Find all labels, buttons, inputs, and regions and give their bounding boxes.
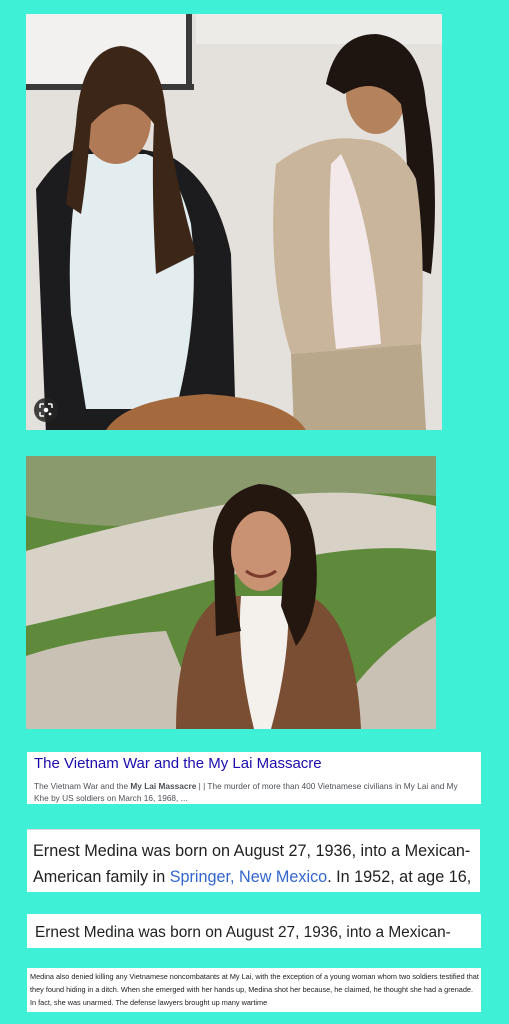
portrait-photo[interactable]: [26, 456, 436, 729]
wiki-line2-before: American family in: [33, 868, 170, 886]
wiki-excerpt-line-2: American family in Springer, New Mexico.…: [33, 868, 471, 887]
lens-glyph-icon: [39, 403, 53, 417]
classroom-photo-illustration: [26, 14, 442, 430]
wiki-excerpt-card: Ernest Medina was born on August 27, 193…: [27, 829, 480, 892]
search-result-title-link[interactable]: The Vietnam War and the My Lai Massacre: [34, 755, 322, 772]
wiki-line2-after: . In 1952, at age 16,: [327, 868, 472, 886]
classroom-photo[interactable]: [26, 14, 442, 430]
article-paragraph-card: Medina also denied killing any Vietnames…: [27, 968, 481, 1012]
snippet-highlight: My Lai Massacre: [130, 781, 197, 791]
wiki-excerpt-line-1: Ernest Medina was born on August 27, 193…: [33, 842, 471, 860]
springer-new-mexico-link[interactable]: Springer, New Mexico: [170, 868, 327, 886]
search-result-card: The Vietnam War and the My Lai Massacre …: [27, 752, 481, 804]
article-paragraph: Medina also denied killing any Vietnames…: [30, 972, 479, 1007]
portrait-photo-illustration: [26, 456, 436, 729]
google-lens-icon[interactable]: [34, 398, 58, 422]
search-result-snippet: The Vietnam War and the My Lai Massacre …: [34, 780, 474, 804]
wiki-excerpt-card-2: Ernest Medina was born on August 27, 193…: [27, 914, 481, 948]
wiki-excerpt-2-line-1: Ernest Medina was born on August 27, 193…: [35, 924, 451, 941]
snippet-text-before: The Vietnam War and the: [34, 781, 131, 791]
